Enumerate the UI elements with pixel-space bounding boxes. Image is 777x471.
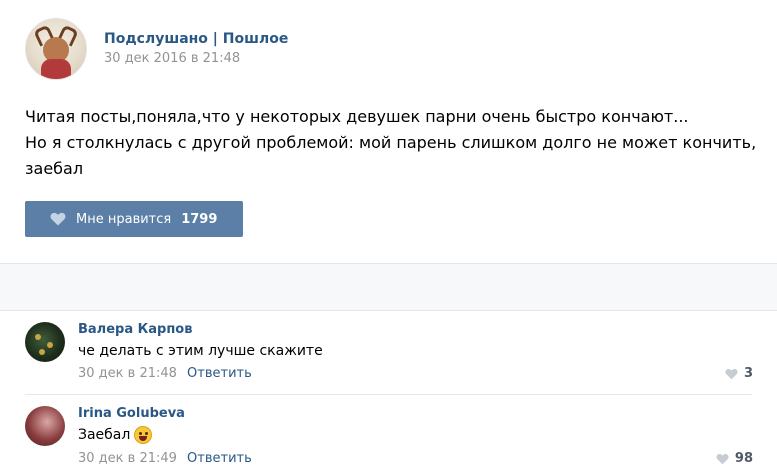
post-date[interactable]: 30 дек 2016 в 21:48 bbox=[104, 51, 240, 66]
post-text-line: Но я столкнулась с другой проблемой: мой… bbox=[25, 133, 757, 152]
reply-link[interactable]: Ответить bbox=[187, 451, 252, 466]
emoji-mouth bbox=[139, 436, 148, 441]
avatar-pattern-dot bbox=[47, 342, 53, 348]
post-text: Читая посты,поняла,что у некоторых девуш… bbox=[25, 104, 765, 182]
emoji-eye bbox=[145, 432, 149, 435]
commenter-avatar[interactable] bbox=[25, 322, 65, 362]
comment-text-content: Заебал bbox=[78, 427, 131, 443]
heart-icon bbox=[725, 368, 738, 379]
like-count: 1799 bbox=[181, 211, 218, 227]
avatar-pattern-dot bbox=[35, 334, 41, 340]
heart-icon bbox=[716, 453, 729, 464]
reply-link[interactable]: Ответить bbox=[187, 366, 252, 381]
emoji-eye bbox=[139, 432, 143, 435]
post-text-line: Читая посты,поняла,что у некоторых девуш… bbox=[25, 107, 689, 126]
like-label: Мне нравится bbox=[76, 211, 172, 227]
comment-like-button[interactable]: 3 bbox=[725, 366, 753, 381]
comment-text: Заебал bbox=[78, 426, 153, 444]
like-button[interactable]: Мне нравится 1799 bbox=[25, 201, 243, 237]
community-avatar[interactable] bbox=[25, 18, 87, 80]
comment-like-button[interactable]: 98 bbox=[716, 451, 753, 466]
comment-date[interactable]: 30 дек в 21:49 bbox=[78, 451, 177, 466]
comment-meta: 30 дек в 21:48 Ответить bbox=[78, 366, 252, 381]
post-comments-divider bbox=[0, 263, 777, 311]
deer-body bbox=[41, 59, 71, 79]
heart-icon bbox=[50, 212, 66, 226]
commenter-avatar[interactable] bbox=[25, 406, 65, 446]
comment-separator bbox=[25, 394, 752, 395]
avatar-pattern-dot bbox=[39, 349, 45, 355]
comment-author-link[interactable]: Irina Golubeva bbox=[78, 406, 185, 421]
comment-author-link[interactable]: Валера Карпов bbox=[78, 322, 192, 337]
comment-like-count: 98 bbox=[734, 451, 753, 466]
comment-text: че делать с этим лучше скажите bbox=[78, 343, 323, 359]
post-text-line: заебал bbox=[25, 159, 84, 178]
comment-like-count: 3 bbox=[743, 366, 753, 381]
post-author-link[interactable]: Подслушано | Пошлое bbox=[104, 31, 288, 47]
comment-meta: 30 дек в 21:49 Ответить bbox=[78, 451, 252, 466]
comment-date[interactable]: 30 дек в 21:48 bbox=[78, 366, 177, 381]
grinning-emoji-icon bbox=[134, 426, 153, 444]
comment-text-content: че делать с этим лучше скажите bbox=[78, 343, 323, 359]
